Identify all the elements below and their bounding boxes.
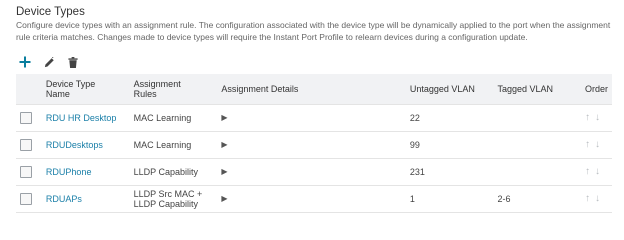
- section-description: Configure device types with an assignmen…: [16, 20, 611, 42]
- device-type-name-link[interactable]: RDU HR Desktop: [46, 113, 117, 123]
- plus-icon: [19, 56, 31, 68]
- row-checkbox[interactable]: [20, 112, 32, 124]
- untagged-vlan-cell: 231: [405, 158, 494, 186]
- move-down-icon[interactable]: ↓: [595, 193, 600, 205]
- expand-details-icon[interactable]: ▶: [221, 140, 227, 149]
- move-down-icon[interactable]: ↓: [595, 139, 600, 151]
- column-header-name[interactable]: Device Type Name: [42, 74, 130, 105]
- assignment-rules-cell: MAC Learning: [129, 131, 218, 159]
- move-down-icon[interactable]: ↓: [595, 166, 600, 178]
- tagged-vlan-cell: [493, 104, 581, 132]
- device-type-name-link[interactable]: RDUAPs: [46, 194, 82, 204]
- column-header-order: Order: [584, 83, 608, 94]
- order-cell: ↑ ↓: [580, 185, 612, 213]
- row-checkbox[interactable]: [20, 193, 32, 205]
- column-header-untagged-vlan[interactable]: Untagged VLAN: [406, 74, 494, 105]
- add-button[interactable]: [18, 55, 32, 69]
- table-row[interactable]: RDUAPs LLDP Src MAC + LLDP Capability ▶ …: [16, 185, 612, 213]
- move-up-icon[interactable]: ↑: [585, 112, 590, 124]
- tagged-vlan-cell: [493, 131, 581, 159]
- tagged-vlan-cell: 2-6: [493, 185, 581, 213]
- device-type-name-link[interactable]: RDUDesktops: [46, 140, 103, 150]
- assignment-rules-cell: LLDP Src MAC + LLDP Capability: [129, 185, 218, 213]
- move-down-icon[interactable]: ↓: [595, 112, 600, 124]
- trash-icon: [68, 56, 78, 68]
- expand-details-icon[interactable]: ▶: [221, 113, 227, 122]
- untagged-vlan-cell: 22: [405, 104, 494, 132]
- row-checkbox[interactable]: [20, 166, 32, 178]
- move-up-icon[interactable]: ↑: [585, 139, 590, 151]
- move-up-icon[interactable]: ↑: [585, 166, 590, 178]
- pencil-icon: [44, 56, 54, 67]
- tagged-vlan-cell: [493, 158, 581, 186]
- device-types-section: Device Types Configure device types with…: [0, 0, 624, 220]
- select-column-header: [16, 74, 42, 105]
- column-header-details[interactable]: Assignment Details: [217, 74, 406, 105]
- section-title: Device Types: [16, 6, 85, 18]
- move-up-icon[interactable]: ↑: [585, 193, 590, 205]
- table-row[interactable]: RDU HR Desktop MAC Learning ▶ 22 ↑ ↓: [16, 104, 612, 132]
- expand-details-icon[interactable]: ▶: [221, 167, 227, 176]
- order-cell: ↑ ↓: [580, 158, 612, 186]
- assignment-rules-cell: LLDP Capability: [129, 158, 218, 186]
- expand-details-icon[interactable]: ▶: [221, 194, 227, 203]
- device-types-table: Device Type Name Assignment Rules Assign…: [16, 74, 612, 213]
- order-cell: ↑ ↓: [580, 104, 612, 132]
- untagged-vlan-cell: 1: [405, 185, 494, 213]
- order-cell: ↑ ↓: [580, 131, 612, 159]
- column-header-rules[interactable]: Assignment Rules: [130, 74, 218, 105]
- column-header-tagged-vlan[interactable]: Tagged VLAN: [493, 74, 581, 105]
- table-row[interactable]: RDUPhone LLDP Capability ▶ 231 ↑ ↓: [16, 158, 612, 186]
- assignment-rules-cell: MAC Learning: [129, 104, 218, 132]
- row-checkbox[interactable]: [20, 139, 32, 151]
- table-toolbar: [18, 54, 80, 70]
- untagged-vlan-cell: 99: [405, 131, 494, 159]
- table-row[interactable]: RDUDesktops MAC Learning ▶ 99 ↑ ↓: [16, 131, 612, 159]
- table-header-row: Device Type Name Assignment Rules Assign…: [16, 74, 612, 105]
- delete-button[interactable]: [66, 55, 80, 69]
- edit-button[interactable]: [42, 55, 56, 69]
- device-type-name-link[interactable]: RDUPhone: [46, 167, 92, 177]
